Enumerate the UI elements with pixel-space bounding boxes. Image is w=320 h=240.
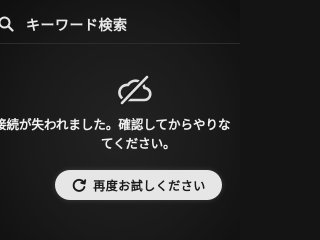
- search-input[interactable]: キーワード検索: [26, 15, 128, 35]
- retry-button[interactable]: 再度お試しください: [55, 170, 222, 200]
- divider: [0, 43, 240, 44]
- error-line-1: 接続が失われました。確認してからやりな: [0, 117, 231, 132]
- cloud-off-icon: [118, 74, 152, 106]
- search-bar[interactable]: キーワード検索: [0, 9, 240, 39]
- refresh-icon: [72, 178, 87, 192]
- connection-error-message: 接続が失われました。確認してからやりな てください。: [0, 115, 240, 153]
- search-icon[interactable]: [0, 16, 14, 32]
- app-screen: キーワード検索 接続が失われました。確認してからやりな てください。 再度お試し…: [0, 0, 240, 240]
- retry-label: 再度お試しください: [93, 178, 206, 193]
- error-line-2: てください。: [101, 136, 176, 151]
